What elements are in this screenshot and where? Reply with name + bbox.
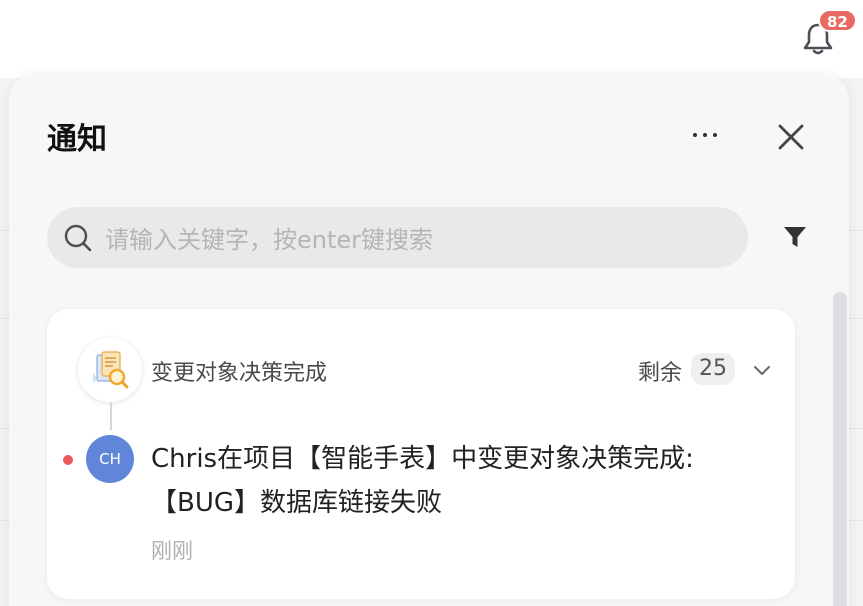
notification-time: 刚刚 (151, 539, 193, 563)
scrollbar[interactable] (833, 292, 847, 606)
document-search-icon (78, 338, 142, 402)
top-bar (0, 0, 863, 78)
search-icon (64, 224, 92, 251)
close-button[interactable] (775, 121, 807, 153)
more-icon (693, 133, 697, 137)
close-icon (778, 124, 804, 150)
group-title: 变更对象决策完成 (151, 361, 328, 386)
search-placeholder: 请输入关键字，按enter键搜索 (105, 226, 434, 254)
remaining-label: 剩余 (638, 361, 683, 386)
panel-title: 通知 (47, 122, 107, 157)
avatar: CH (86, 435, 134, 483)
notification-message[interactable]: Chris在项目【智能手表】中变更对象决策完成:【BUG】数据库链接失败 (151, 437, 779, 525)
filter-icon (784, 227, 806, 247)
filter-button[interactable] (782, 224, 808, 250)
notification-panel: 通知 请输入关键字，按enter键搜索 变更对象决策完成 剩余 25 CH Ch… (9, 74, 849, 606)
notification-group-card: 变更对象决策完成 剩余 25 CH Chris在项目【智能手表】中变更对象决策完… (47, 309, 795, 599)
timeline-connector (110, 402, 112, 430)
unread-dot (63, 455, 73, 465)
chevron-down-icon (754, 366, 770, 375)
remaining-count-badge: 25 (691, 353, 735, 385)
expand-button[interactable] (751, 359, 773, 381)
search-input[interactable]: 请输入关键字，按enter键搜索 (47, 207, 748, 268)
notification-count-badge: 82 (818, 9, 857, 32)
more-button[interactable] (685, 122, 725, 148)
